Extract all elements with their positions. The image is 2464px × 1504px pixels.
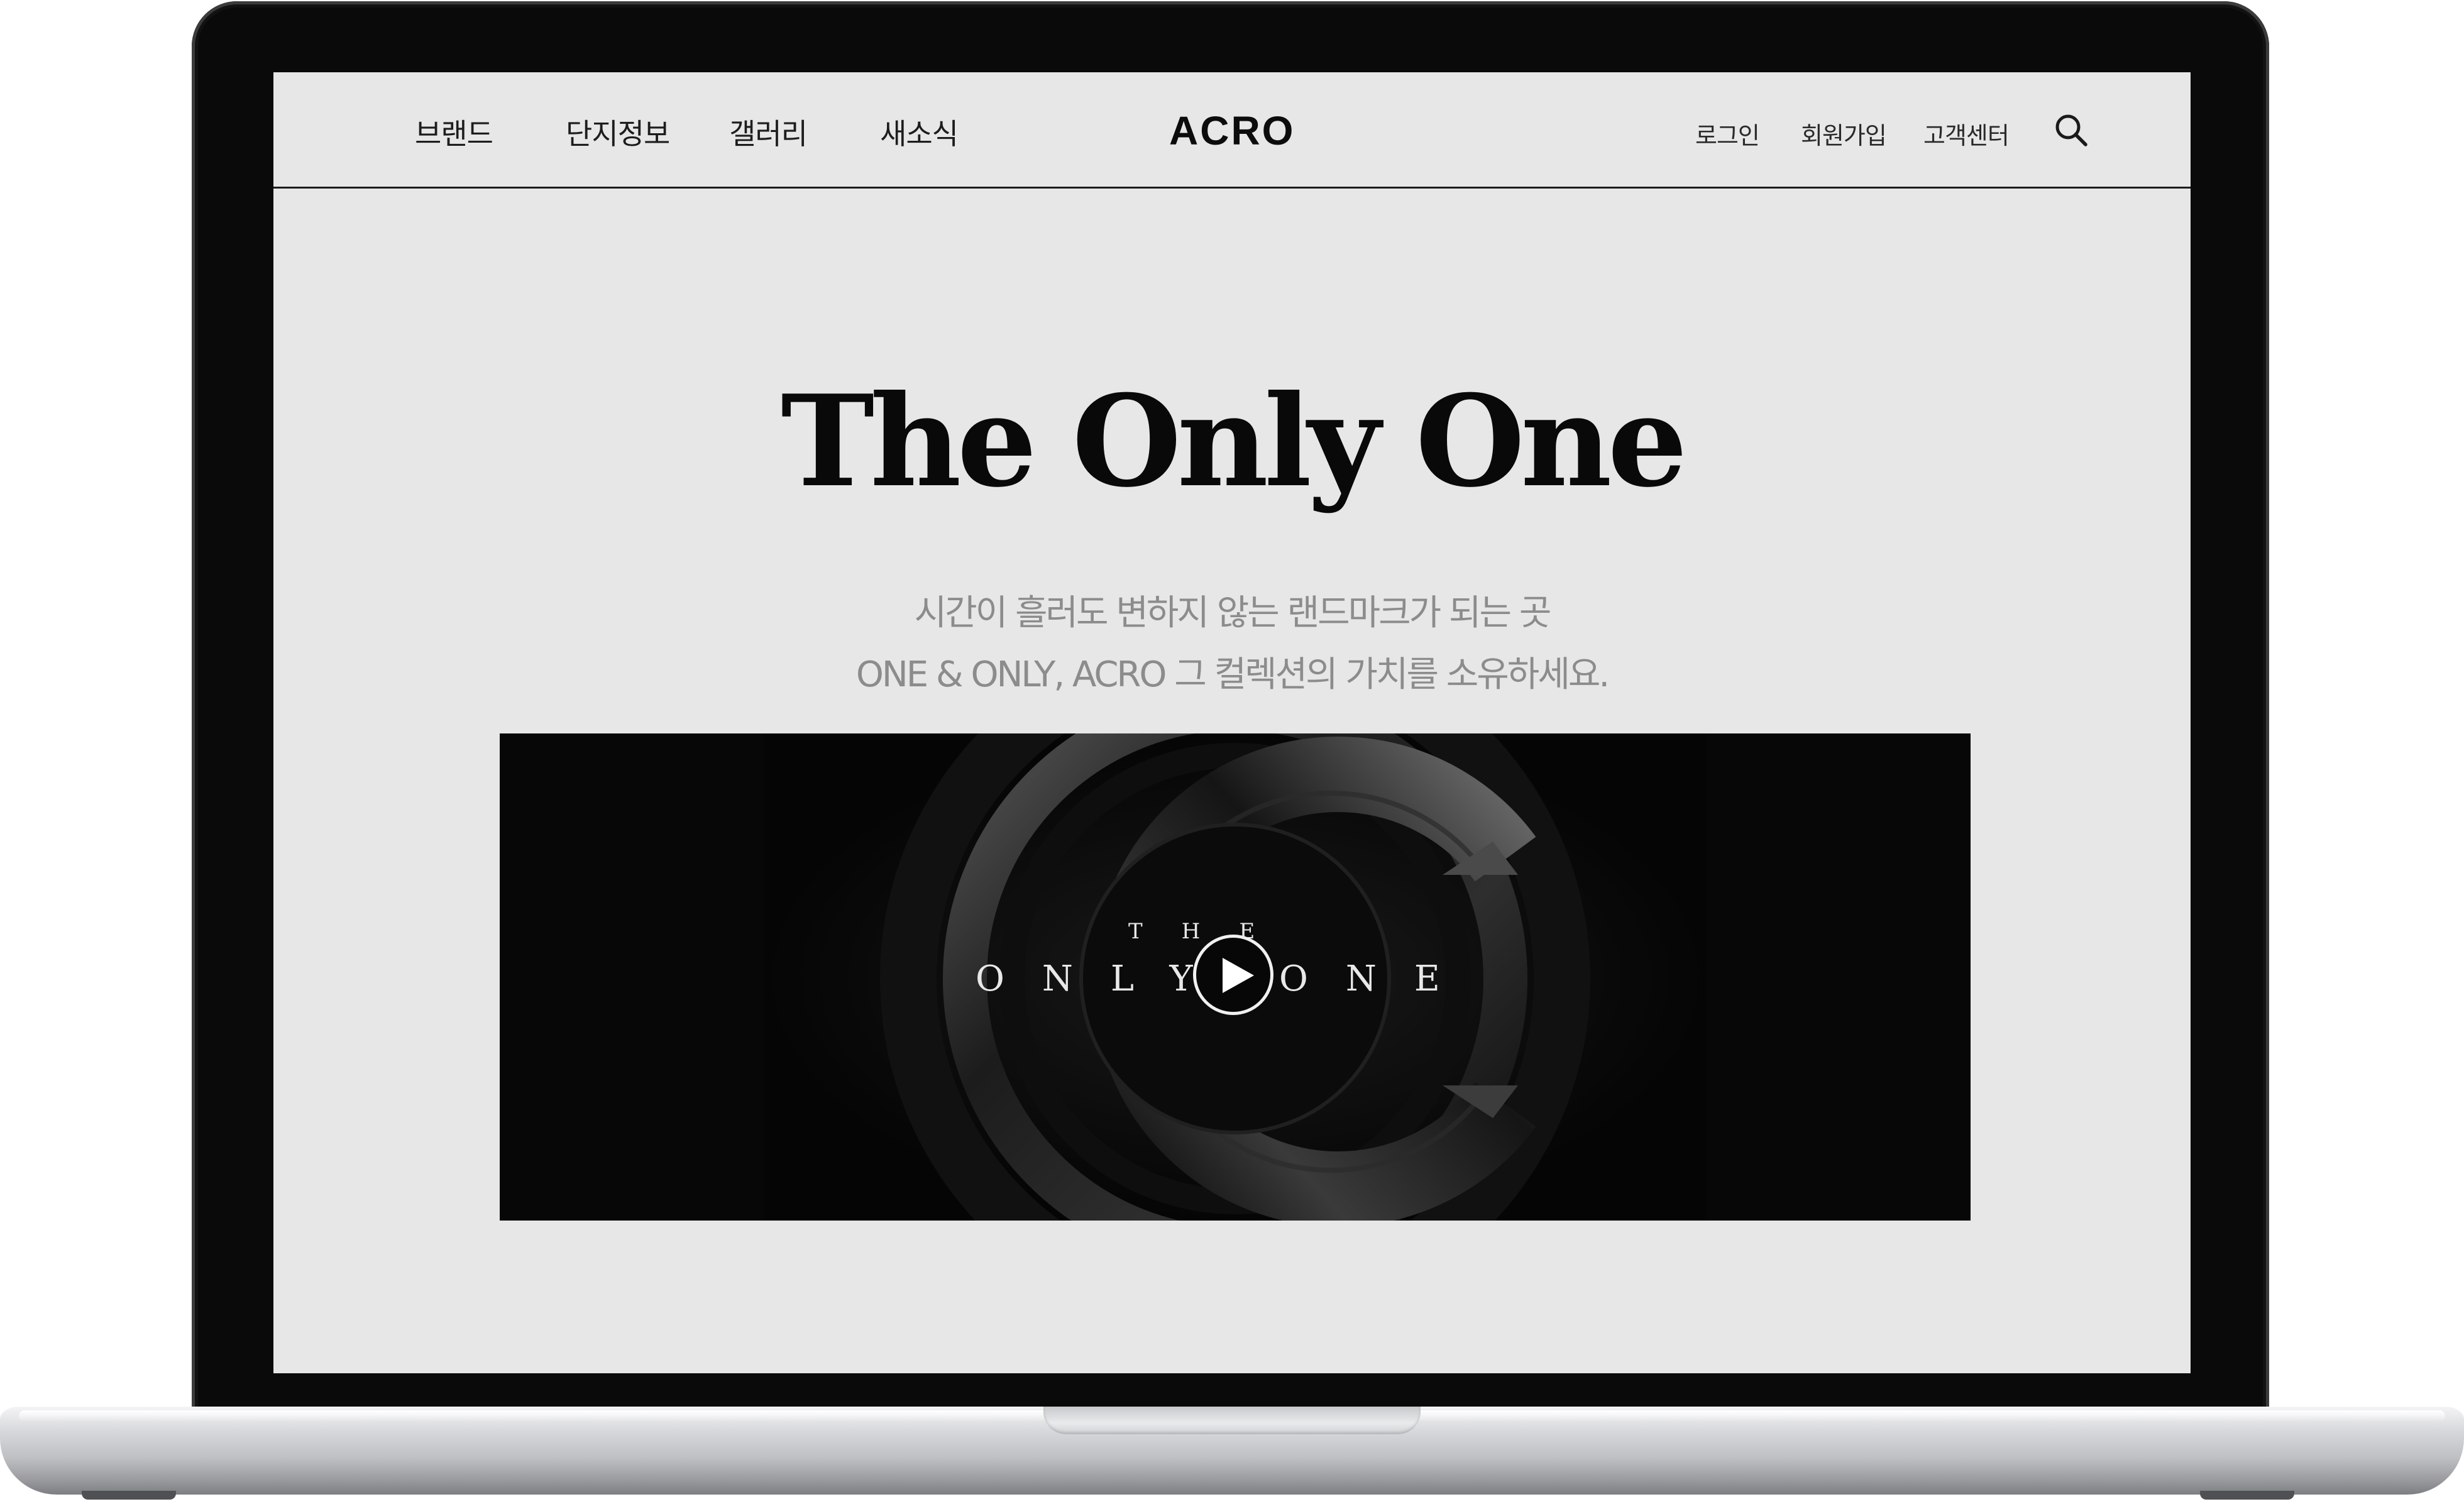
video-overlay-one: ONE [1279,958,1478,999]
play-button[interactable] [1193,935,1273,1015]
customer-support-link[interactable]: 고객센터 [1923,116,2010,151]
hero-title: The Only One [781,368,1687,515]
video-overlay-only: ONLY [976,958,1231,999]
brand-logo[interactable]: ACRO [1169,107,1295,154]
laptop-mockup: 브랜드 단지정보 갤러리 새소식 ACRO 로그인 회원가입 고객센터 The … [0,0,2464,1504]
laptop-foot-right [2200,1491,2294,1500]
video-overlay-the: THE [1128,919,1294,944]
hero-subtitle-line-2: ONE & ONLY, ACRO 그 컬렉션의 가치를 소유하세요. [855,654,1610,695]
search-icon [2055,114,2087,146]
search-button[interactable] [2052,111,2090,149]
laptop-foot-left [82,1491,176,1500]
login-link[interactable]: 로그인 [1695,116,1760,151]
laptop-opening-notch [1043,1407,1421,1434]
nav-item-news[interactable]: 새소식 [880,111,959,153]
nav-item-gallery[interactable]: 갤러리 [729,111,808,153]
laptop-screen: 브랜드 단지정보 갤러리 새소식 ACRO 로그인 회원가입 고객센터 The … [273,72,2191,1373]
promo-video-player[interactable]: THE ONLY ONE [500,733,1971,1221]
signup-link[interactable]: 회원가입 [1801,116,1887,151]
hero-subtitle-line-1: 시간이 흘러도 변하지 않는 랜드마크가 되는 곳 [914,593,1552,634]
site-header: 브랜드 단지정보 갤러리 새소식 ACRO 로그인 회원가입 고객센터 [273,72,2191,189]
nav-item-brand[interactable]: 브랜드 [415,111,493,153]
play-icon [1223,958,1254,993]
nav-item-complex-info[interactable]: 단지정보 [566,111,670,153]
